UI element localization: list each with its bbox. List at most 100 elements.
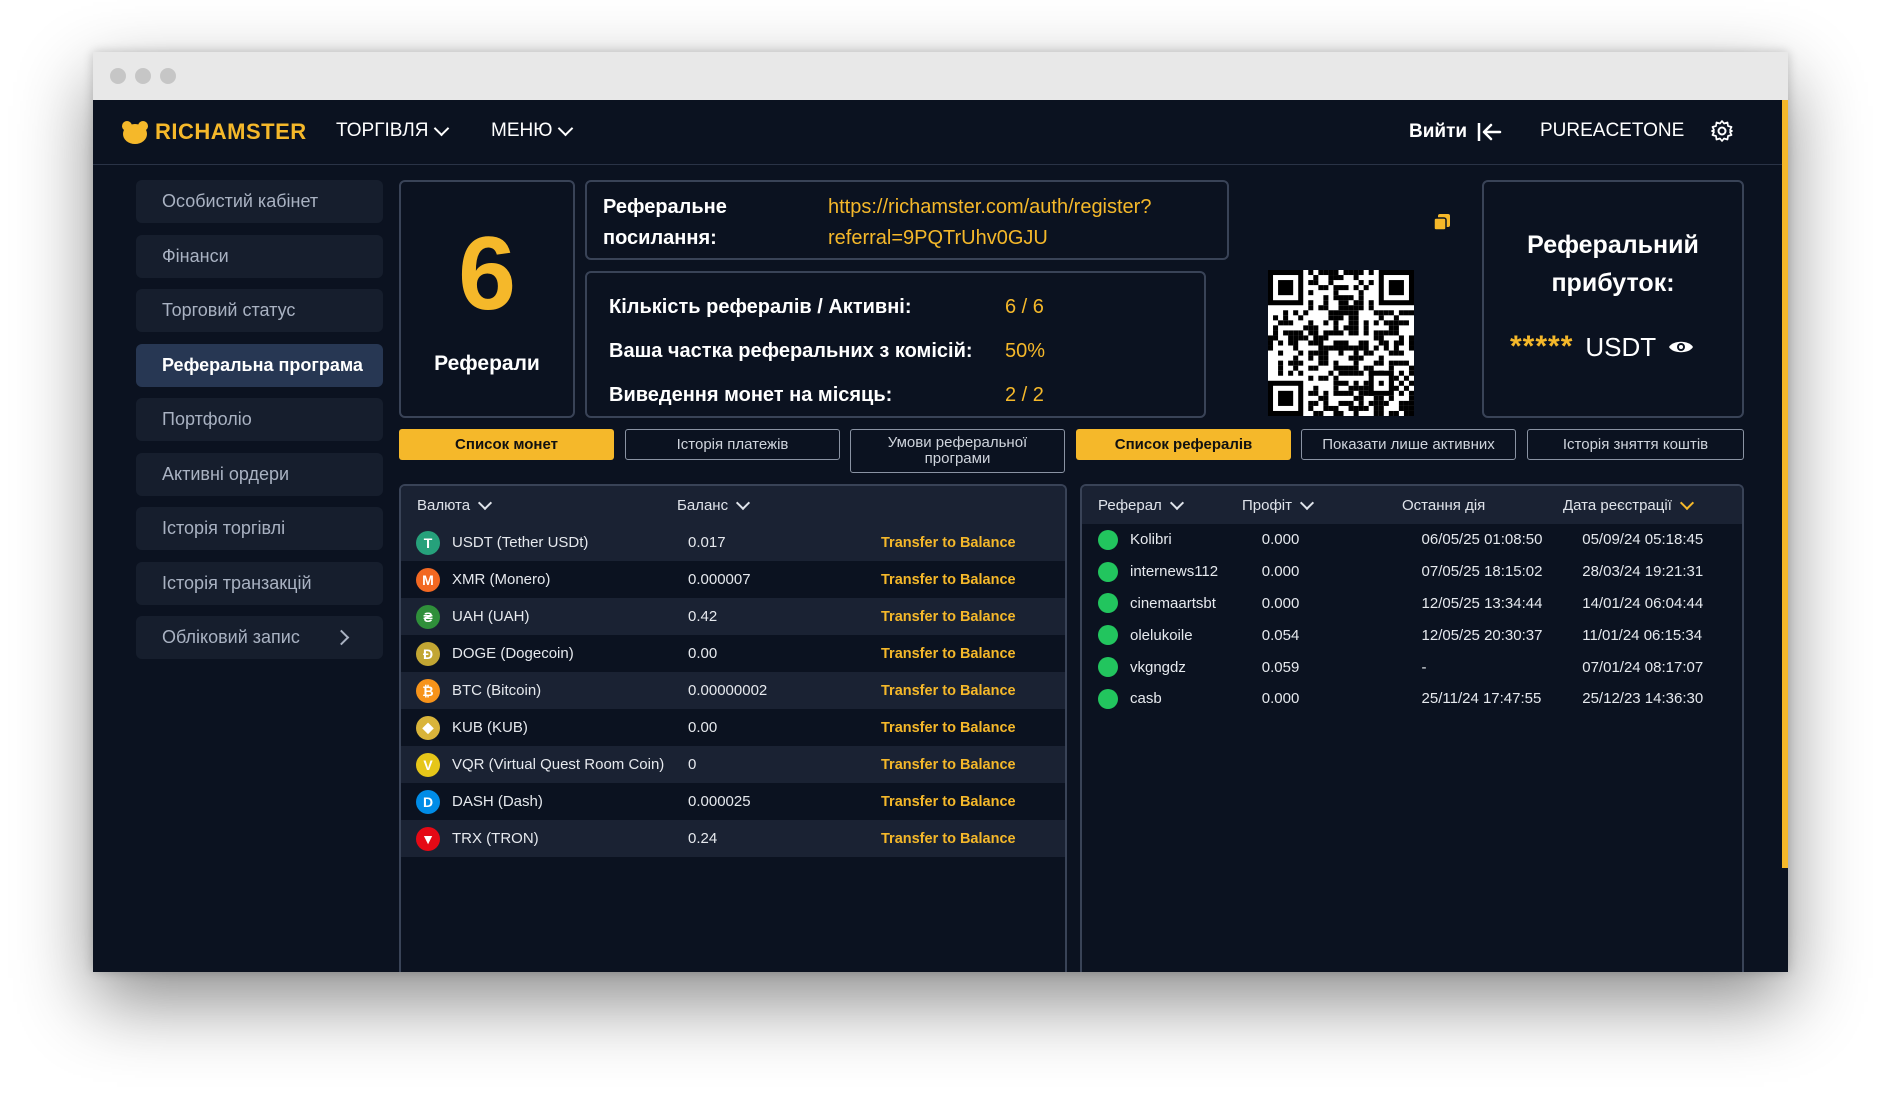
referral-last-action: 06/05/25 01:08:50 — [1421, 531, 1543, 549]
logo[interactable]: RICHAMSTER — [121, 119, 307, 145]
sidebar-item-finance[interactable]: Фінанси — [136, 234, 383, 278]
sidebar-item-label: Особистий кабінет — [162, 191, 319, 211]
table-row: T USDT (Tether USDt) 0.017 Transfer to Bala… — [401, 524, 1065, 561]
referral-stats-card: Кількість рефералів / Активні: Ваша част… — [585, 271, 1206, 418]
logout-icon — [1477, 123, 1502, 141]
tether-icon: T — [416, 530, 440, 555]
referral-name: Kolibri — [1130, 531, 1172, 549]
accent-edge — [1782, 100, 1788, 868]
logout-button[interactable]: Вийти — [1409, 120, 1503, 144]
gear-icon[interactable] — [1710, 119, 1734, 143]
transfer-to-balance-link[interactable]: Transfer to Balance — [881, 609, 1016, 625]
payment-history-button-label: Історія платежів — [676, 435, 789, 453]
col-profit-label: Профіт — [1242, 496, 1293, 514]
referral-profit: 0.054 — [1261, 626, 1300, 644]
withdraw-history-button-label: Історія зняття коштів — [1562, 435, 1709, 453]
col-last-action-header[interactable]: Остання дія — [1402, 497, 1563, 514]
coin-balance: 0.42 — [688, 608, 718, 625]
app-window: RICHAMSTER ТОРГІВЛЯ МЕНЮ Вийти PUREACETO… — [93, 52, 1788, 972]
sidebar-item-trade-history[interactable]: Історія торгівлі — [136, 507, 383, 550]
chevron-down-icon — [1299, 495, 1315, 510]
referral-name: olelukoile — [1130, 626, 1193, 644]
profit-title-line2: прибуток: — [1551, 269, 1675, 297]
table-row: Kolibri 0.000 06/05/25 01:08:50 05/09/24 05… — [1082, 524, 1742, 556]
active-status-icon — [1098, 529, 1118, 550]
referral-link-url[interactable]: https://richamster.com/auth/register? re… — [828, 192, 1151, 254]
coin-name: XMR (Monero) — [452, 571, 551, 588]
table-row: M XMR (Monero) 0.000007 Transfer to Balance — [401, 561, 1065, 598]
col-balance-header[interactable]: Баланс — [677, 495, 751, 514]
col-registered-header[interactable]: Дата реєстрації — [1563, 495, 1694, 514]
coins-table-body: T USDT (Tether USDt) 0.017 Transfer to Bala… — [401, 524, 1065, 857]
transfer-to-balance-link[interactable]: Transfer to Balance — [881, 683, 1016, 699]
copy-icon[interactable] — [1432, 212, 1452, 232]
referral-registered-date: 07/01/24 08:17:07 — [1582, 658, 1704, 676]
coin-name: BTC (Bitcoin) — [452, 682, 542, 699]
transfer-to-balance-link[interactable]: Transfer to Balance — [881, 720, 1016, 736]
col-referral-header[interactable]: Реферал — [1082, 495, 1242, 514]
table-row: internews112 0.000 07/05/25 18:15:02 28/03/… — [1082, 556, 1742, 588]
referral-list-button[interactable]: Список рефералів — [1076, 429, 1291, 460]
referral-terms-line1: Умови реферальної — [887, 434, 1028, 451]
transfer-to-balance-link[interactable]: Transfer to Balance — [881, 831, 1016, 847]
table-row: Ð DOGE (Dogecoin) 0.00 Transfer to Balance — [401, 635, 1065, 672]
sidebar-item-label: Історія транзакцій — [162, 572, 312, 593]
nav-trading-label: ТОРГІВЛЯ — [336, 120, 429, 141]
chevron-down-icon — [1679, 495, 1694, 510]
col-profit-header[interactable]: Профіт — [1242, 495, 1402, 514]
coin-name: KUB (KUB) — [452, 719, 528, 736]
chevron-down-icon — [434, 120, 450, 137]
top-navbar: RICHAMSTER ТОРГІВЛЯ МЕНЮ Вийти PUREACETO… — [93, 100, 1782, 165]
transfer-to-balance-link[interactable]: Transfer to Balance — [881, 757, 1016, 773]
eye-icon[interactable] — [1668, 338, 1694, 356]
referral-terms-button[interactable]: Умови реферальної програми — [850, 429, 1065, 473]
sidebar: Особистий кабінет Фінанси Торговий стату… — [136, 180, 383, 671]
col-registered-label: Дата реєстрації — [1563, 496, 1672, 514]
sidebar-item-referral-program[interactable]: Реферальна програма — [136, 343, 383, 387]
coin-balance: 0.017 — [688, 534, 726, 551]
sidebar-item-personal-cabinet[interactable]: Особистий кабінет — [136, 180, 383, 223]
sidebar-item-active-orders[interactable]: Активні ордери — [136, 452, 383, 496]
referral-registered-date: 14/01/24 06:04:44 — [1582, 594, 1704, 612]
coins-table-header: Валюта Баланс — [401, 486, 1065, 524]
payment-history-button[interactable]: Історія платежів — [625, 429, 840, 460]
show-active-only-button[interactable]: Показати лише активних — [1301, 429, 1516, 460]
referral-link-label-line1: Реферальне — [603, 196, 727, 218]
coin-balance: 0.24 — [688, 830, 718, 847]
table-row: ₿ BTC (Bitcoin) 0.00000002 Transfer to Bala… — [401, 672, 1065, 709]
withdraw-history-button[interactable]: Історія зняття коштів — [1527, 429, 1744, 460]
referral-last-action: - — [1421, 658, 1427, 676]
window-close-dot[interactable] — [110, 68, 126, 84]
col-currency-header[interactable]: Валюта — [401, 495, 677, 514]
sidebar-item-transaction-history[interactable]: Історія транзакцій — [136, 561, 383, 605]
profit-masked: ***** — [1510, 330, 1574, 363]
coin-list-button[interactable]: Список монет — [399, 429, 614, 460]
referral-registered-date: 25/12/23 14:36:30 — [1582, 690, 1704, 708]
profit-title-line1: Реферальний — [1527, 231, 1699, 259]
window-maximize-dot[interactable] — [160, 68, 176, 84]
sidebar-item-account[interactable]: Обліковий запис — [136, 616, 383, 659]
coins-table: Валюта Баланс T USDT (Tether USDt) 0.017 Tr… — [399, 484, 1067, 972]
referral-name: internews112 — [1130, 563, 1219, 581]
transfer-to-balance-link[interactable]: Transfer to Balance — [881, 794, 1016, 810]
transfer-to-balance-link[interactable]: Transfer to Balance — [881, 535, 1016, 551]
transfer-to-balance-link[interactable]: Transfer to Balance — [881, 646, 1016, 662]
coin-name: USDT (Tether USDt) — [452, 534, 589, 551]
sidebar-item-portfolio[interactable]: Портфоліо — [136, 398, 383, 441]
referral-link-url-line2: referral=9PQTrUhv0GJU — [828, 227, 1048, 249]
window-titlebar — [93, 52, 1788, 100]
referral-name: casb — [1130, 690, 1162, 708]
logo-text: RICHAMSTER — [155, 119, 307, 144]
nav-trading[interactable]: ТОРГІВЛЯ — [336, 120, 450, 142]
window-minimize-dot[interactable] — [135, 68, 151, 84]
hamster-icon — [122, 121, 148, 144]
username[interactable]: PUREACETONE — [1540, 120, 1684, 142]
table-row: V VQR (Virtual Quest Room Coin) 0 Transfer … — [401, 746, 1065, 783]
nav-menu[interactable]: МЕНЮ — [491, 120, 574, 142]
show-active-only-button-label: Показати лише активних — [1322, 435, 1495, 453]
transfer-to-balance-link[interactable]: Transfer to Balance — [881, 572, 1016, 588]
coin-balance: 0.00000002 — [688, 682, 768, 699]
sidebar-item-trading-status[interactable]: Торговий статус — [136, 289, 383, 332]
referral-profit: 0.000 — [1261, 690, 1300, 708]
table-row: cinemaartsbt 0.000 12/05/25 13:34:44 14/01/… — [1082, 588, 1742, 620]
